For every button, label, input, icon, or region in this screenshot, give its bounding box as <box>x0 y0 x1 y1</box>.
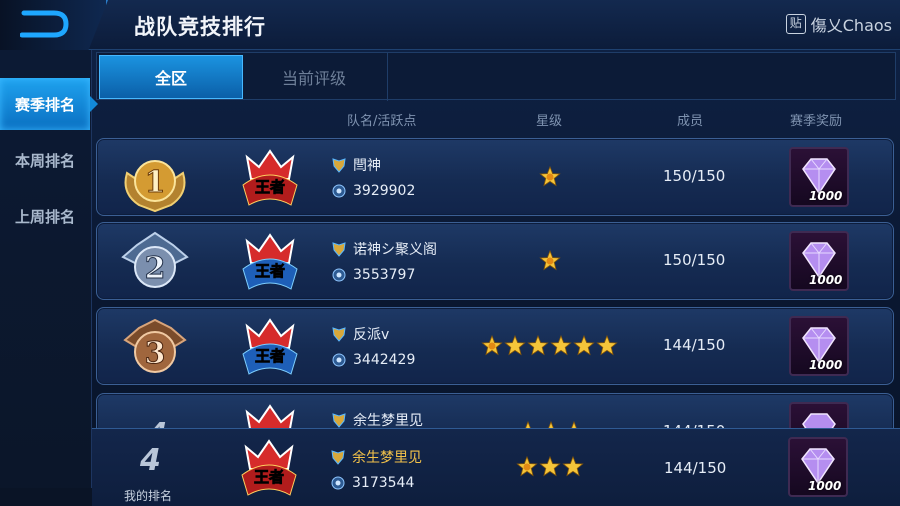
back-button[interactable] <box>0 0 108 50</box>
sun-star-icon <box>539 166 561 187</box>
team-crest-icon <box>332 242 346 257</box>
rank-row-3[interactable]: 3 王者 反派v 3442429 144/150 1000 <box>96 307 894 385</box>
star-icon <box>550 335 572 356</box>
reward-amount: 1000 <box>808 479 842 493</box>
reward-amount: 1000 <box>809 358 843 372</box>
team-name: 閆神 <box>331 155 381 175</box>
star-rating <box>481 335 619 357</box>
my-rank-bar[interactable]: 4 我的排名 王者 余生梦里见 3173544 144/150 1000 <box>92 428 900 506</box>
team-name: 余生梦里见 <box>331 410 423 430</box>
team-name: 诺神シ聚义阁 <box>331 239 437 259</box>
activity-points: 3553797 <box>331 267 415 283</box>
sun-star-icon <box>539 250 561 271</box>
header-bar: 战队竞技排行 贴 傷乂Chaos <box>0 0 900 50</box>
star-icon <box>539 456 561 477</box>
sidebar-item-weekly-rank[interactable]: 本周排名 <box>0 134 90 186</box>
column-header-reward: 赛季奖励 <box>790 114 843 129</box>
svg-text:王者: 王者 <box>255 178 285 196</box>
svg-text:1: 1 <box>145 165 166 200</box>
sun-star-icon <box>481 335 503 356</box>
watermark: 贴 傷乂Chaos <box>785 12 892 36</box>
tab-all-regions[interactable]: 全区 <box>99 55 243 99</box>
star-rating <box>539 166 562 188</box>
activity-points-icon <box>332 268 346 282</box>
my-member-count: 144/150 <box>664 459 727 477</box>
team-crest-icon <box>332 158 346 173</box>
tier-strongest-king-emblem-icon: 王者 <box>242 149 298 206</box>
back-arrow-icon <box>20 10 69 38</box>
watermark-text: 傷乂Chaos <box>810 16 892 35</box>
rank-1-badge-icon: 1 <box>124 160 186 213</box>
reward-amount: 1000 <box>809 273 843 287</box>
star-icon <box>504 335 526 356</box>
app-window: 战队竞技排行 贴 傷乂Chaos 赛季排名 本周排名 上周排名 全区 当前评级 … <box>0 0 900 506</box>
season-reward-diamond[interactable]: 1000 <box>789 147 849 207</box>
my-rank-number: 4 <box>140 443 161 478</box>
sidebar-item-season-rank[interactable]: 赛季排名 <box>0 78 98 130</box>
column-header-team: 队名/活跃点 <box>347 114 417 129</box>
activity-points: 3442429 <box>331 352 415 368</box>
rank-row-2[interactable]: 2 王者 诺神シ聚义阁 3553797 150/150 1000 <box>96 222 894 300</box>
sidebar-item-last-week-rank[interactable]: 上周排名 <box>0 190 90 242</box>
star-icon <box>573 335 595 356</box>
sun-star-icon <box>516 456 538 477</box>
team-crest-icon <box>332 327 346 342</box>
svg-text:2: 2 <box>145 251 166 286</box>
reward-amount: 1000 <box>809 189 843 203</box>
team-name: 反派v <box>331 324 389 344</box>
tier-strongest-king-emblem-icon: 王者 <box>241 439 297 496</box>
column-header-members: 成员 <box>677 114 704 129</box>
member-count: 150/150 <box>663 251 726 269</box>
team-crest-icon <box>332 413 346 428</box>
my-team-name: 余生梦里见 <box>330 447 422 467</box>
svg-text:王者: 王者 <box>255 347 285 365</box>
season-reward-diamond[interactable]: 1000 <box>789 231 849 291</box>
sidebar: 赛季排名 本周排名 上周排名 <box>0 50 98 506</box>
rank-3-badge-icon: 3 <box>123 318 187 373</box>
tier-king-emblem-icon: 王者 <box>242 318 298 375</box>
star-rating <box>539 250 562 272</box>
star-icon <box>562 456 584 477</box>
tab-divider <box>387 53 388 101</box>
activity-points-icon <box>332 184 346 198</box>
svg-text:3: 3 <box>145 336 166 371</box>
tab-bar: 全区 当前评级 <box>96 52 896 101</box>
team-crest-icon <box>331 450 345 465</box>
tab-current-rating[interactable]: 当前评级 <box>243 55 385 99</box>
tier-king-emblem-icon: 王者 <box>242 233 298 290</box>
member-count: 150/150 <box>663 167 726 185</box>
star-icon <box>596 335 618 356</box>
member-count: 144/150 <box>663 336 726 354</box>
activity-points-icon <box>331 476 345 490</box>
tieba-icon: 贴 <box>785 14 806 34</box>
svg-text:王者: 王者 <box>254 468 284 486</box>
activity-points: 3929902 <box>331 183 415 199</box>
my-season-reward-diamond[interactable]: 1000 <box>788 437 848 497</box>
rank-row-1[interactable]: 1 王者 閆神 3929902 150/150 1000 <box>96 138 894 216</box>
season-reward-diamond[interactable]: 1000 <box>789 316 849 376</box>
my-rank-label: 我的排名 <box>124 489 173 503</box>
activity-points-icon <box>332 353 346 367</box>
sidebar-bottom <box>0 488 92 506</box>
my-star-rating <box>516 456 585 478</box>
column-header-stars: 星级 <box>536 114 563 129</box>
page-title: 战队竞技排行 <box>134 15 266 39</box>
rank-2-badge-icon: 2 <box>121 231 189 288</box>
my-activity-points: 3173544 <box>330 475 414 491</box>
svg-text:王者: 王者 <box>255 262 285 280</box>
star-icon <box>527 335 549 356</box>
